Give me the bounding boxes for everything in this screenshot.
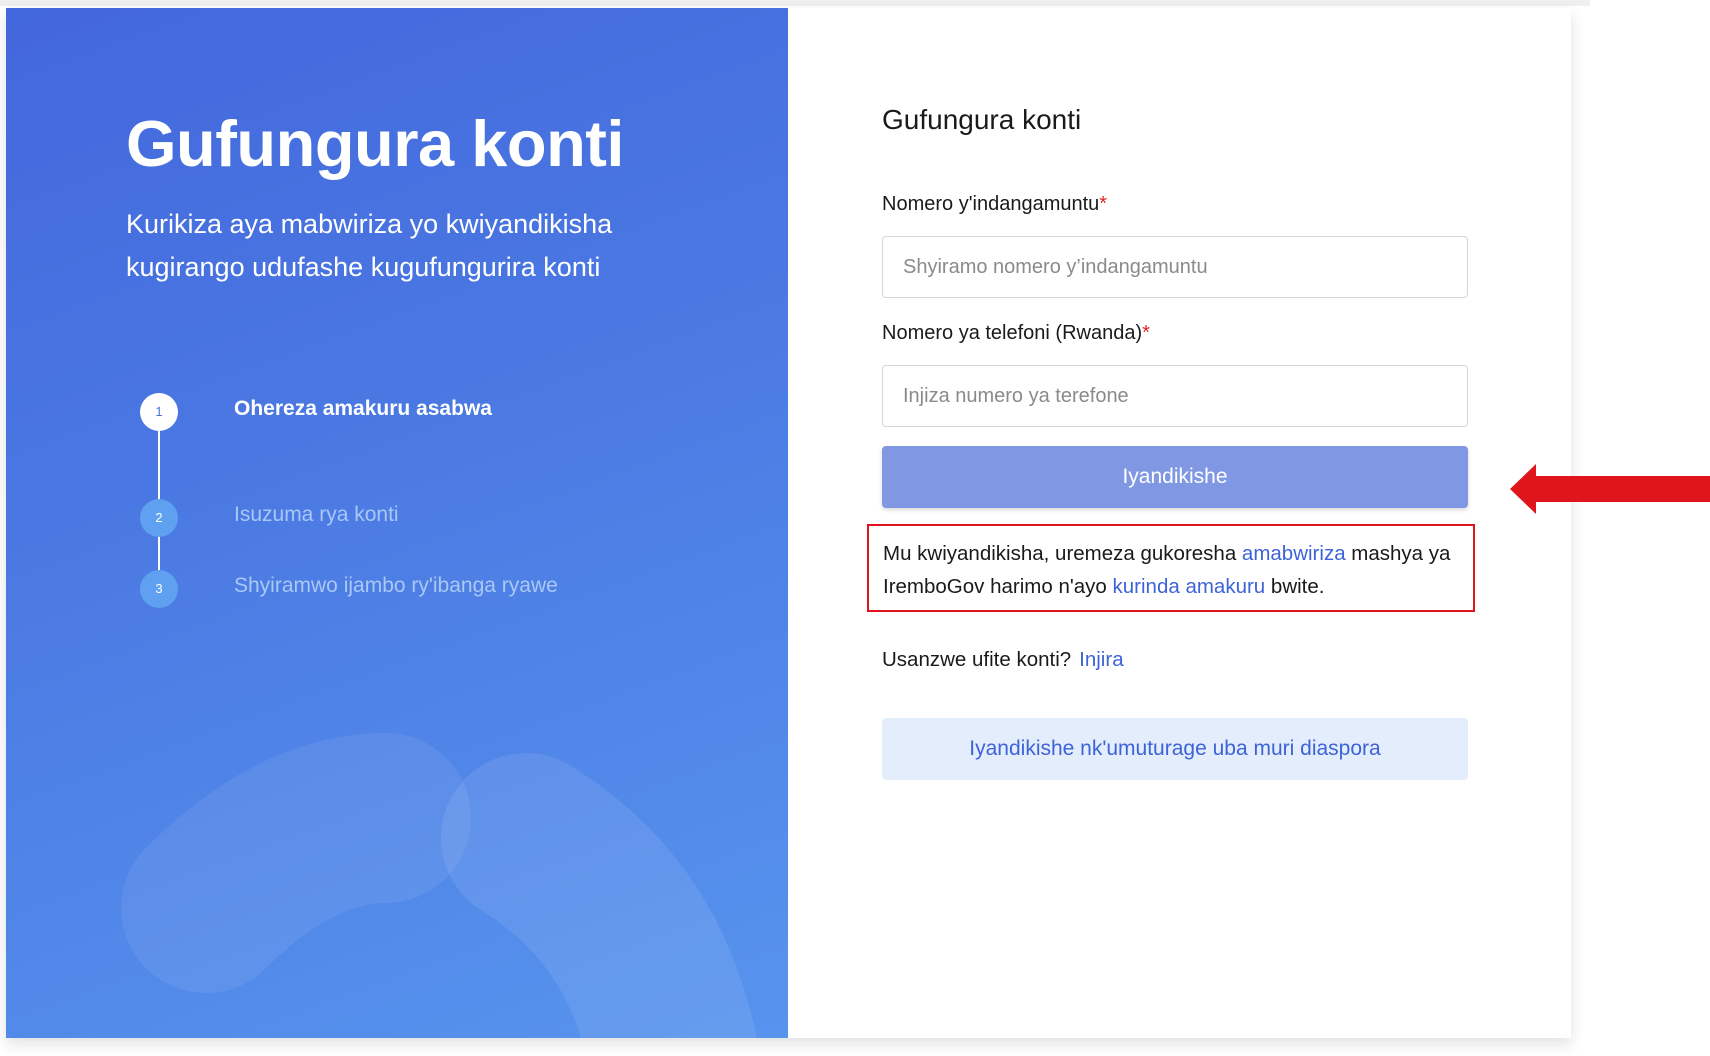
id-number-label: Nomero y'indangamuntu* [882, 193, 1108, 215]
page: Gufungura konti Kurikiza aya mabwiriza y… [0, 0, 1710, 1056]
hero-title: Gufungura konti [126, 107, 625, 180]
diaspora-register-button[interactable]: Iyandikishe nk'umuturage uba muri diaspo… [882, 718, 1468, 780]
login-link[interactable]: Injira [1079, 648, 1123, 671]
top-divider [0, 0, 1590, 6]
phone-number-label: Nomero ya telefoni (Rwanda)* [882, 322, 1150, 344]
required-asterisk: * [1142, 322, 1150, 344]
annotation-arrow-icon [1510, 464, 1710, 514]
step-2-label: Isuzuma rya konti [234, 503, 399, 526]
step-3-label: Shyiramwo ijambo ry'ibanga ryawe [234, 574, 558, 597]
required-asterisk: * [1099, 193, 1108, 215]
id-number-input[interactable] [882, 236, 1468, 298]
step-1-indicator: 1 [140, 393, 178, 431]
terms-notice: Mu kwiyandikisha, uremeza gukoresha amab… [867, 524, 1475, 612]
form-title: Gufungura konti [882, 104, 1082, 135]
phone-number-input[interactable] [882, 365, 1468, 427]
step-1-label: Ohereza amakuru asabwa [234, 397, 492, 420]
info-panel: Gufungura konti Kurikiza aya mabwiriza y… [6, 8, 788, 1038]
privacy-link[interactable]: kurinda amakuru [1113, 575, 1266, 598]
step-2-indicator: 2 [140, 499, 178, 537]
step-3-indicator: 3 [140, 570, 178, 608]
progress-steps: 1 Ohereza amakuru asabwa 2 Isuzuma rya k… [132, 388, 692, 618]
step-connector-line [158, 413, 160, 583]
register-button[interactable]: Iyandikishe [882, 446, 1468, 508]
hero-subtitle: Kurikiza aya mabwiriza yo kwiyandikisha … [126, 209, 613, 282]
terms-link[interactable]: amabwiriza [1242, 542, 1346, 565]
login-prompt: Usanzwe ufite konti? Injira [882, 648, 1124, 671]
signup-card: Gufungura konti Kurikiza aya mabwiriza y… [6, 8, 1571, 1038]
